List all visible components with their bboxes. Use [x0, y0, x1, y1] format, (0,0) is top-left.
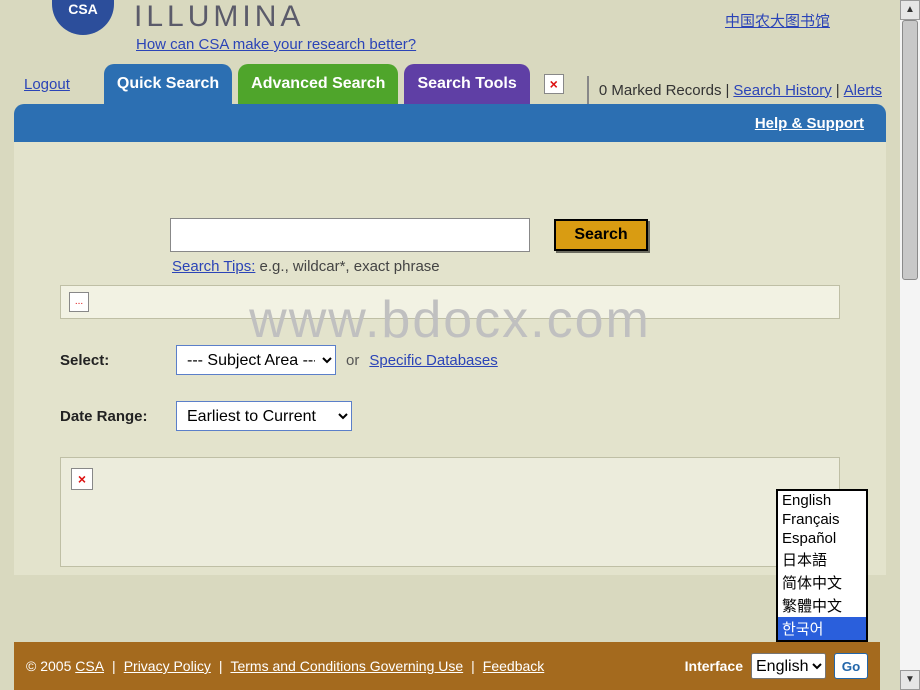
language-option[interactable]: 日本語: [778, 548, 866, 571]
scroll-down-button[interactable]: ▼: [900, 670, 920, 690]
footer-csa-link[interactable]: CSA: [75, 658, 104, 674]
chinese-library-link[interactable]: 中国农大图书馆: [725, 10, 830, 31]
copyright-text: © 2005: [26, 658, 71, 674]
search-tips-link[interactable]: Search Tips:: [172, 258, 255, 275]
results-placeholder-box: ×: [60, 457, 840, 567]
feedback-link[interactable]: Feedback: [483, 658, 544, 674]
search-input[interactable]: [170, 218, 530, 252]
interface-language-select[interactable]: English: [751, 653, 826, 679]
help-support-link[interactable]: Help & Support: [755, 115, 864, 132]
broken-image-icon: ×: [544, 74, 564, 94]
suggestion-bar: ...: [60, 285, 840, 319]
search-history-link[interactable]: Search History: [733, 82, 831, 99]
subject-area-select[interactable]: --- Subject Area ---: [176, 345, 336, 375]
main-panel: Search Search Tips: e.g., wildcar*, exac…: [14, 142, 886, 575]
logout-link[interactable]: Logout: [24, 76, 70, 93]
suggestion-icon: ...: [69, 292, 89, 312]
alerts-link[interactable]: Alerts: [844, 82, 882, 99]
broken-image-icon: ×: [71, 468, 93, 490]
language-option[interactable]: 繁體中文: [778, 594, 866, 617]
nav-bar: Logout Quick Search Advanced Search Sear…: [14, 64, 886, 104]
language-option[interactable]: Français: [778, 510, 866, 529]
language-option[interactable]: 简体中文: [778, 571, 866, 594]
language-popup[interactable]: EnglishFrançaisEspañol日本語简体中文繁體中文한국어: [776, 489, 868, 642]
date-range-label: Date Range:: [60, 408, 176, 425]
language-option[interactable]: 한국어: [778, 617, 866, 640]
language-option[interactable]: English: [778, 491, 866, 510]
date-range-select[interactable]: Earliest to Current: [176, 401, 352, 431]
tab-advanced-search[interactable]: Advanced Search: [238, 64, 398, 104]
scroll-up-button[interactable]: ▲: [900, 0, 920, 20]
specific-databases-link[interactable]: Specific Databases: [369, 352, 497, 369]
search-button[interactable]: Search: [554, 219, 648, 251]
tab-search-tools[interactable]: Search Tools: [404, 64, 529, 104]
go-button[interactable]: Go: [834, 653, 868, 679]
csa-logo-badge: CSA: [52, 0, 114, 35]
help-bar: Help & Support: [14, 104, 886, 142]
tab-quick-search[interactable]: Quick Search: [104, 64, 232, 104]
promo-link[interactable]: How can CSA make your research better?: [136, 36, 416, 53]
marked-records-text: 0 Marked Records: [599, 82, 722, 99]
header-area: CSA ILLUMINA 中国农大图书馆 How can CSA make yo…: [0, 0, 900, 104]
language-option[interactable]: Español: [778, 529, 866, 548]
privacy-policy-link[interactable]: Privacy Policy: [124, 658, 211, 674]
illumina-logo-text: ILLUMINA: [134, 0, 304, 34]
footer: © 2005 CSA | Privacy Policy | Terms and …: [14, 642, 880, 690]
terms-link[interactable]: Terms and Conditions Governing Use: [230, 658, 463, 674]
scrollbar-track[interactable]: [900, 20, 920, 670]
interface-label: Interface: [685, 658, 743, 674]
select-label: Select:: [60, 352, 176, 369]
or-text: or: [346, 352, 359, 369]
vertical-scrollbar[interactable]: ▲ ▼: [900, 0, 920, 690]
search-tips-example: e.g., wildcar*, exact phrase: [260, 258, 440, 275]
scrollbar-thumb[interactable]: [902, 20, 918, 280]
